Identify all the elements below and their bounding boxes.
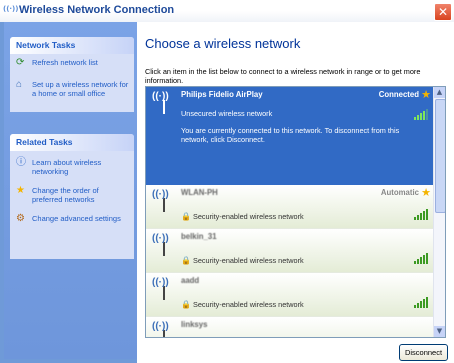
preferred-star-icon: ★ [421, 187, 431, 199]
scroll-down-arrow-icon[interactable]: ▼ [434, 326, 445, 337]
security-status: 🔒 Security-enabled wireless network [181, 256, 304, 265]
network-item[interactable]: ((·)) linksys [146, 317, 434, 337]
network-description: You are currently connected to this netw… [181, 126, 400, 144]
related-tasks-panel: Related Tasks ⓘ Learn about wireless net… [10, 134, 134, 259]
preferred-star-icon: ★ [421, 89, 431, 101]
signal-strength-icon [414, 109, 428, 120]
network-ssid: Philips Fidelio AirPlay [181, 90, 263, 99]
setup-wireless-network-link[interactable]: ⌂ Set up a wireless network for a home o… [10, 76, 134, 101]
star-icon: ★ [16, 185, 25, 196]
signal-strength-icon [414, 209, 428, 220]
network-list[interactable]: ((·)) Philips Fidelio AirPlay Connected … [145, 86, 446, 338]
sidebar: Network Tasks ⟳ Refresh network list ⌂ S… [4, 22, 137, 359]
network-item-connected[interactable]: ((·)) Philips Fidelio AirPlay Connected … [146, 87, 434, 185]
info-icon: ⓘ [16, 157, 26, 168]
refresh-network-list-link[interactable]: ⟳ Refresh network list [10, 54, 134, 70]
lock-icon: 🔒 [181, 300, 191, 309]
connection-status: Automatic [380, 188, 419, 197]
change-order-link[interactable]: ★ Change the order of preferred networks [10, 182, 134, 207]
close-button[interactable]: ✕ [434, 3, 452, 21]
network-tasks-panel: Network Tasks ⟳ Refresh network list ⌂ S… [10, 37, 134, 112]
instruction-text: Click an item in the list below to conne… [145, 67, 421, 85]
scrollbar[interactable]: ▲ ▼ [433, 87, 445, 337]
settings-icon: ⚙ [16, 213, 25, 224]
antenna-icon: ((·)) [152, 91, 169, 114]
title-bar: ((·)) Wireless Network Connection ✕ [0, 0, 454, 22]
antenna-icon: ((·)) [152, 189, 169, 212]
network-item[interactable]: ((·)) belkin_31 🔒 Security-enabled wirele… [146, 229, 434, 273]
change-advanced-settings-link[interactable]: ⚙ Change advanced settings [10, 210, 134, 226]
security-status: Unsecured wireless network [181, 109, 273, 118]
signal-strength-icon [414, 297, 428, 308]
network-tasks-title: Network Tasks [10, 37, 134, 54]
related-tasks-title: Related Tasks [10, 134, 134, 151]
setup-wireless-icon: ⌂ [16, 79, 23, 90]
network-ssid: belkin_31 [181, 232, 217, 241]
network-item[interactable]: ((·)) WLAN-PH Automatic ★ 🔒 Security-enab… [146, 185, 434, 229]
lock-icon: 🔒 [181, 212, 191, 221]
network-ssid: WLAN-PH [181, 188, 218, 197]
security-status: 🔒 Security-enabled wireless network [181, 212, 304, 221]
security-status: 🔒 Security-enabled wireless network [181, 300, 304, 309]
antenna-icon: ((·)) [152, 233, 169, 256]
learn-wireless-link[interactable]: ⓘ Learn about wireless networking [10, 154, 134, 179]
signal-strength-icon [414, 253, 428, 264]
page-title: Choose a wireless network [145, 36, 301, 51]
refresh-icon: ⟳ [16, 57, 25, 68]
antenna-icon: ((·)) [152, 277, 169, 300]
connection-status: Connected [378, 90, 419, 99]
network-item[interactable]: ((·)) aadd 🔒 Security-enabled wireless ne… [146, 273, 434, 317]
window-title: Wireless Network Connection [19, 4, 175, 16]
wireless-icon: ((·)) [3, 5, 19, 13]
scroll-up-arrow-icon[interactable]: ▲ [434, 87, 445, 98]
main-panel: Choose a wireless network Click an item … [137, 22, 454, 363]
antenna-icon: ((·)) [152, 321, 169, 337]
disconnect-button[interactable]: Disconnect [399, 344, 448, 361]
lock-icon: 🔒 [181, 256, 191, 265]
scrollbar-thumb[interactable] [435, 99, 445, 213]
network-ssid: linksys [181, 320, 208, 329]
network-ssid: aadd [181, 276, 200, 285]
